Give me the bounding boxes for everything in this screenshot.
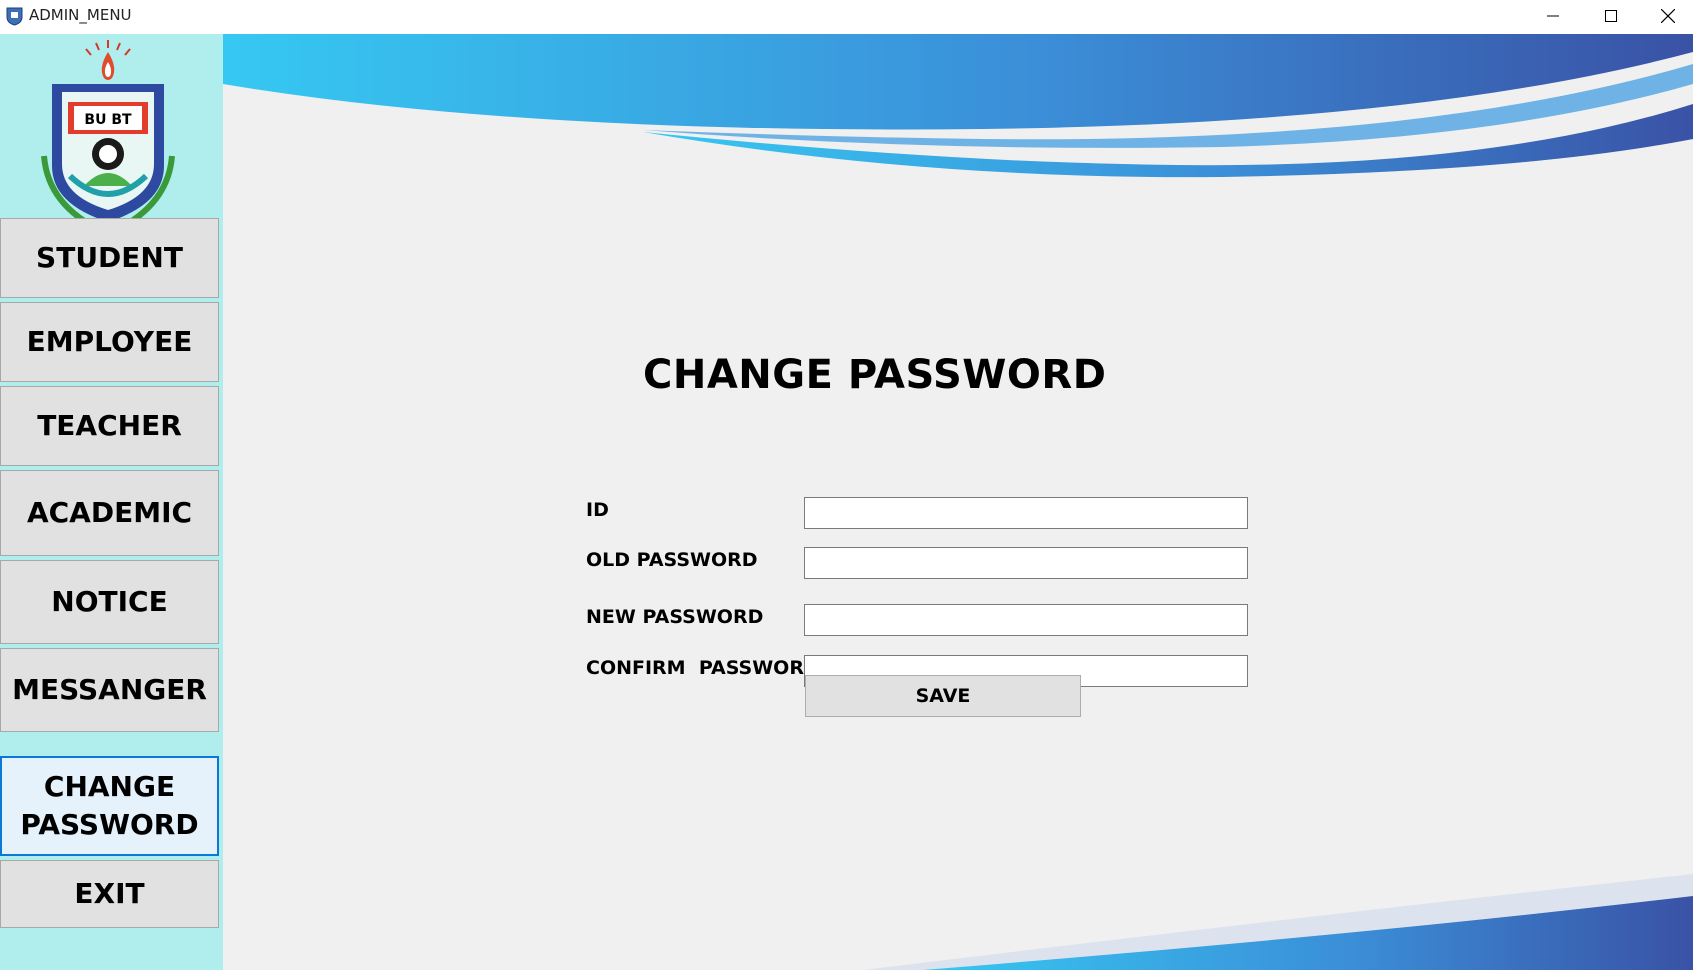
sidebar-item-exit[interactable]: EXIT	[0, 860, 219, 928]
confirm-password-label: CONFIRM PASSWORD	[586, 657, 820, 679]
save-button[interactable]: SAVE	[805, 675, 1081, 717]
window-titlebar: ADMIN_MENU	[0, 0, 1693, 34]
maximize-button[interactable]	[1583, 0, 1639, 32]
main-panel: CHANGE PASSWORD ID OLD PASSWORD NEW PASS…	[223, 34, 1693, 970]
new-password-label: NEW PASSWORD	[586, 606, 764, 628]
id-input[interactable]	[804, 497, 1248, 529]
sidebar-item-notice[interactable]: NOTICE	[0, 560, 219, 644]
old-password-label: OLD PASSWORD	[586, 549, 758, 571]
close-button[interactable]	[1640, 0, 1693, 32]
page-title: CHANGE PASSWORD	[643, 352, 1107, 398]
minimize-button[interactable]	[1525, 0, 1581, 32]
id-label: ID	[586, 499, 609, 521]
sidebar-item-academic[interactable]: ACADEMIC	[0, 470, 219, 556]
new-password-input[interactable]	[804, 604, 1248, 636]
sidebar-item-change-password[interactable]: CHANGE PASSWORD	[0, 756, 219, 856]
minimize-icon	[1547, 15, 1559, 17]
sidebar-item-teacher[interactable]: TEACHER	[0, 386, 219, 466]
logo-text: BU BT	[84, 112, 132, 128]
sidebar-item-employee[interactable]: EMPLOYEE	[0, 302, 219, 382]
old-password-input[interactable]	[804, 547, 1248, 579]
sidebar-item-student[interactable]: STUDENT	[0, 218, 219, 298]
close-icon	[1661, 9, 1675, 23]
maximize-icon	[1605, 10, 1617, 22]
app-icon	[6, 7, 23, 26]
sidebar-item-messanger[interactable]: MESSANGER	[0, 648, 219, 732]
window-title: ADMIN_MENU	[29, 6, 132, 24]
university-crest-logo: BU BT	[41, 40, 175, 235]
sidebar: BU BT STUDENT EMPLOYEE TEACHER ACADEMIC …	[0, 34, 223, 970]
